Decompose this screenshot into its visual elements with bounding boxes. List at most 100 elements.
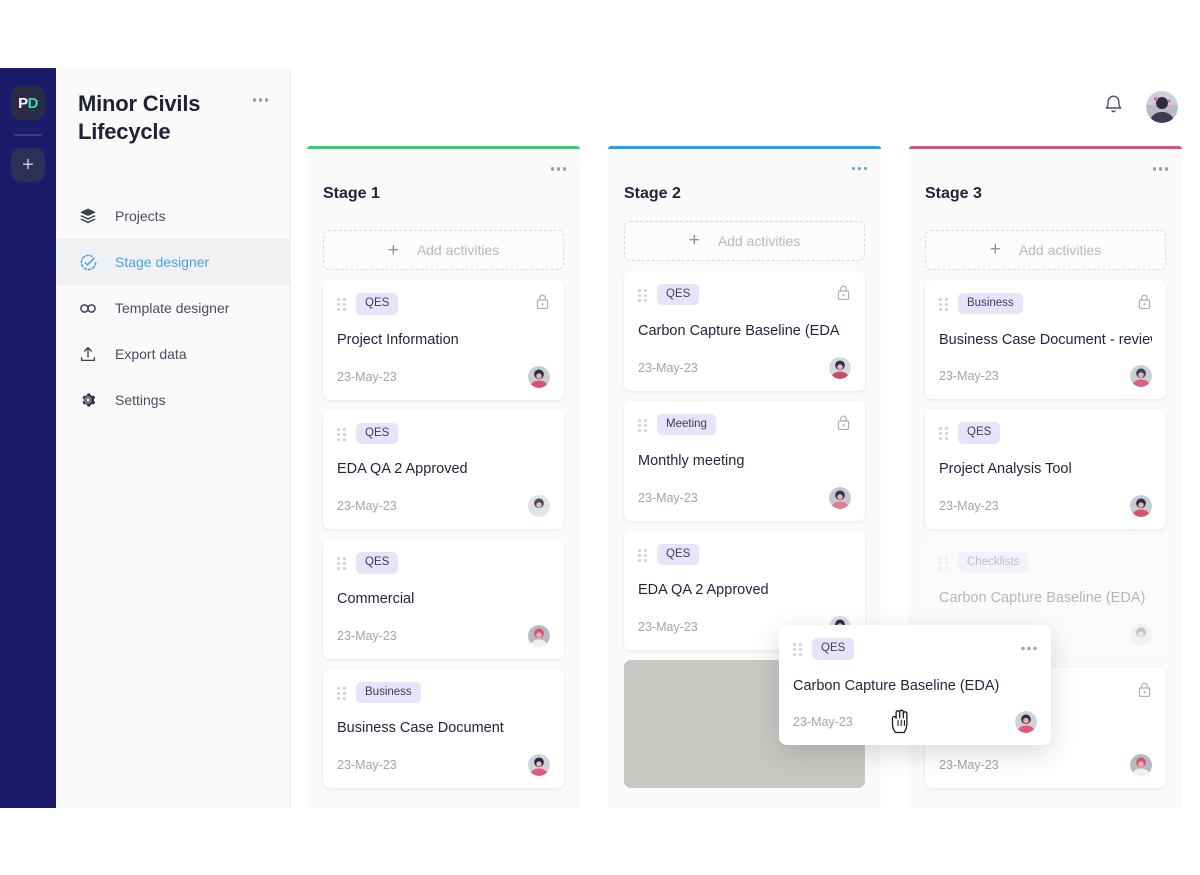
card-title: Carbon Capture Baseline (EDA <box>638 322 840 339</box>
add-activities-button[interactable]: + Add activities <box>925 229 1166 270</box>
card-header-row: Checklists <box>939 551 1152 574</box>
gear-icon <box>78 390 98 410</box>
add-activities-button[interactable]: + Add activities <box>323 230 564 271</box>
sidebar-item-label: Export data <box>115 346 187 362</box>
add-activities-label: Add activities <box>416 242 500 259</box>
card-title: Business Case Document - review <box>939 331 1152 348</box>
drag-handle-icon[interactable] <box>337 427 347 441</box>
plus-icon: + <box>22 154 34 176</box>
card-date: 23-May-23 <box>337 369 397 384</box>
card-header-row: Business <box>939 292 1152 315</box>
add-activities-label: Add activities <box>717 232 801 249</box>
card-assignee-avatar[interactable] <box>528 754 550 776</box>
drag-handle-icon[interactable] <box>337 557 347 571</box>
bell-icon[interactable] <box>1103 94 1124 120</box>
activity-card[interactable]: QES Carbon Capture Baseline (EDA 23-May-23 <box>624 270 865 391</box>
plus-icon: + <box>989 239 1001 261</box>
card-assignee-avatar[interactable] <box>1015 711 1037 734</box>
sidebar-item-label: Settings <box>115 392 166 408</box>
sidebar-header: Minor Civils Lifecycle <box>56 68 290 145</box>
drag-handle-icon[interactable] <box>793 643 803 656</box>
card-title: Carbon Capture Baseline (EDA) <box>939 590 1146 607</box>
sidebar-item-label: Template designer <box>115 300 230 316</box>
activity-card[interactable]: Business Business Case Document 23-May-23 <box>323 668 564 788</box>
more-horizontal-icon[interactable] <box>1021 638 1037 656</box>
app-rail: PD + <box>0 68 56 808</box>
card-tag: QES <box>356 293 399 315</box>
card-assignee-avatar[interactable] <box>829 356 851 379</box>
sidebar-item-label: Projects <box>115 208 166 224</box>
more-horizontal-icon[interactable] <box>550 167 566 171</box>
card-tag: Business <box>356 681 421 704</box>
rail-divider <box>14 134 42 136</box>
drag-handle-icon[interactable] <box>638 418 648 432</box>
more-horizontal-icon[interactable] <box>1152 167 1168 171</box>
card-assignee-avatar[interactable] <box>1130 365 1152 388</box>
logo-letter-d: D <box>27 94 39 112</box>
card-header-row: Business <box>337 681 550 704</box>
drag-handle-icon[interactable] <box>939 297 949 311</box>
avatar[interactable] <box>1146 91 1178 123</box>
card-assignee-avatar[interactable] <box>1130 494 1152 517</box>
drag-preview-card[interactable]: QES Carbon Capture Baseline (EDA) 23-May… <box>779 625 1051 746</box>
drag-handle-icon[interactable] <box>337 298 347 312</box>
lock-icon[interactable] <box>535 293 550 315</box>
lock-icon[interactable] <box>1137 293 1152 315</box>
sidebar-item-template-designer[interactable]: Template designer <box>56 285 290 331</box>
card-assignee-avatar[interactable] <box>528 624 550 647</box>
infinity-icon <box>78 298 98 318</box>
card-title: Business Case Document <box>337 720 504 737</box>
drag-handle-icon[interactable] <box>638 288 648 302</box>
card-tag: QES <box>356 552 399 574</box>
card-header-row: QES <box>793 638 1037 660</box>
card-assignee-avatar[interactable] <box>528 495 550 518</box>
card-title: Project Information <box>337 332 459 349</box>
activity-card[interactable]: QES Commercial 23-May-23 <box>323 539 564 659</box>
card-header-row: QES <box>337 293 550 315</box>
page-title: Minor Civils Lifecycle <box>78 91 201 144</box>
card-tag: Meeting <box>657 413 716 436</box>
drag-handle-icon[interactable] <box>939 556 949 570</box>
add-project-button[interactable]: + <box>11 148 45 182</box>
card-footer: 23-May-23 <box>638 356 851 379</box>
lock-icon[interactable] <box>1137 681 1152 703</box>
card-assignee-avatar[interactable] <box>528 365 550 388</box>
sidebar-item-export-data[interactable]: Export data <box>56 331 290 377</box>
activity-card[interactable]: QES Project Information 23-May-23 <box>323 280 564 400</box>
card-assignee-avatar[interactable] <box>1130 754 1152 776</box>
lock-icon[interactable] <box>836 284 851 306</box>
lock-icon[interactable] <box>836 414 851 436</box>
drag-handle-icon[interactable] <box>638 548 648 562</box>
card-footer: 23-May-23 <box>337 754 550 776</box>
card-date: 23-May-23 <box>638 620 698 634</box>
card-title: EDA QA 2 Approved <box>337 461 468 478</box>
card-header-row: Meeting <box>638 413 851 436</box>
activity-card[interactable]: Business Business Case Document - review 2… <box>925 279 1166 400</box>
card-tag: Business <box>958 292 1023 315</box>
add-activities-button[interactable]: + Add activities <box>624 220 865 261</box>
activity-card[interactable]: QES Project Analysis Tool 23-May-23 <box>925 409 1166 529</box>
drag-handle-icon[interactable] <box>939 427 949 441</box>
card-footer: 23-May-23 <box>638 486 851 509</box>
activity-card[interactable]: QES EDA QA 2 Approved 23-May-23 <box>323 409 564 530</box>
column-body: + Add activities QES Project Information 23-… <box>307 230 580 808</box>
card-title: Carbon Capture Baseline (EDA) <box>793 677 1000 694</box>
card-assignee-avatar[interactable] <box>1130 624 1152 647</box>
card-date: 23-May-23 <box>337 499 397 514</box>
sidebar-item-settings[interactable]: Settings <box>56 377 290 423</box>
layers-icon <box>78 206 98 226</box>
app-logo[interactable]: PD <box>11 86 45 120</box>
more-horizontal-icon[interactable] <box>851 166 867 171</box>
card-header-row: QES <box>939 422 1152 444</box>
activity-card[interactable]: Meeting Monthly meeting 23-May-23 <box>624 400 865 521</box>
more-horizontal-icon[interactable] <box>252 90 268 102</box>
card-header-row: QES <box>337 552 550 574</box>
sidebar-item-projects[interactable]: Projects <box>56 193 290 239</box>
card-title: EDA QA 2 Approved <box>638 582 769 599</box>
column-title: Stage 1 <box>323 185 380 203</box>
drag-handle-icon[interactable] <box>337 686 347 700</box>
card-assignee-avatar[interactable] <box>829 486 851 509</box>
card-date: 23-May-23 <box>793 715 853 730</box>
sidebar-item-stage-designer[interactable]: Stage designer <box>56 239 290 285</box>
card-date: 23-May-23 <box>337 628 397 643</box>
